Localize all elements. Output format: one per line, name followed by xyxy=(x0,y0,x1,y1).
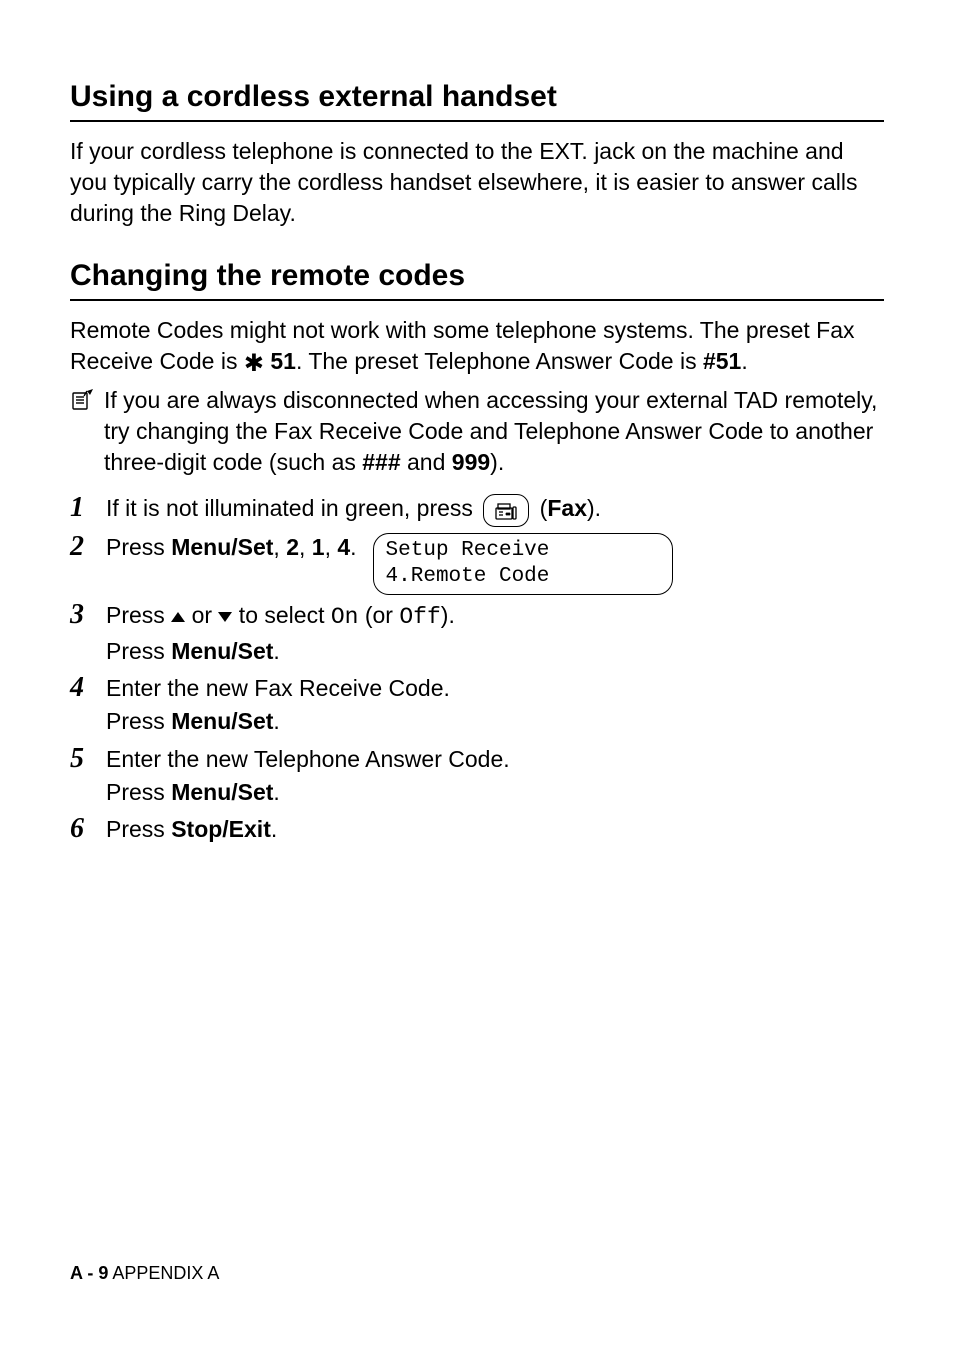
step-5: Enter the new Telephone Answer Code. Pre… xyxy=(70,743,884,810)
lcd-line-2: 4.Remote Code xyxy=(386,564,660,590)
text-fragment: and xyxy=(401,449,452,475)
stopexit-key: Stop/Exit xyxy=(171,816,271,842)
text-fragment: ( xyxy=(533,495,547,521)
fax-key-icon xyxy=(483,494,529,527)
telephone-answer-code: #51 xyxy=(703,348,741,374)
fax-receive-code: 51 xyxy=(264,348,296,374)
text-fragment: , xyxy=(325,534,338,560)
text-fragment: . xyxy=(350,534,356,560)
text-fragment: Press xyxy=(106,602,171,628)
text-fragment: Enter the new Fax Receive Code. xyxy=(106,675,450,701)
note-block: If you are always disconnected when acce… xyxy=(70,385,884,478)
para-remote-codes: Remote Codes might not work with some te… xyxy=(70,315,884,377)
text-fragment: . xyxy=(273,638,279,664)
lcd-display: Setup Receive 4.Remote Code xyxy=(373,533,673,596)
text-fragment: . The preset Telephone Answer Code is xyxy=(296,348,703,374)
lcd-line-1: Setup Receive xyxy=(386,538,660,564)
step-1: If it is not illuminated in green, press… xyxy=(70,492,884,526)
steps-list: If it is not illuminated in green, press… xyxy=(70,492,884,846)
note-icon xyxy=(70,387,98,418)
heading-cordless: Using a cordless external handset xyxy=(70,80,884,122)
text-fragment: . xyxy=(273,779,279,805)
text-fragment: ). xyxy=(490,449,504,475)
text-fragment: If it is not illuminated in green, press xyxy=(106,495,479,521)
text-fragment: or xyxy=(185,602,218,628)
text-fragment: ). xyxy=(587,495,601,521)
step-2: Setup Receive 4.Remote Code Press Menu/S… xyxy=(70,531,884,596)
key-2: 2 xyxy=(286,534,299,560)
text-fragment: . xyxy=(271,816,277,842)
text-fragment: (or xyxy=(358,602,399,628)
menuset-key: Menu/Set xyxy=(171,534,273,560)
step-4: Enter the new Fax Receive Code. Press Me… xyxy=(70,672,884,739)
key-1: 1 xyxy=(312,534,325,560)
text-fragment: . xyxy=(273,708,279,734)
code-example-2: 999 xyxy=(452,449,490,475)
text-fragment: ). xyxy=(441,602,455,628)
heading-remote-codes: Changing the remote codes xyxy=(70,259,884,301)
text-fragment: Press xyxy=(106,779,171,805)
menuset-key: Menu/Set xyxy=(171,779,273,805)
key-4: 4 xyxy=(337,534,350,560)
para-cordless: If your cordless telephone is connected … xyxy=(70,136,884,229)
appendix-label: APPENDIX A xyxy=(108,1263,219,1283)
code-example-1: ### xyxy=(362,449,400,475)
menuset-key: Menu/Set xyxy=(171,638,273,664)
down-arrow-icon xyxy=(218,612,232,622)
up-arrow-icon xyxy=(171,612,185,622)
text-fragment: Press xyxy=(106,816,171,842)
menuset-key: Menu/Set xyxy=(171,708,273,734)
text-fragment: . xyxy=(741,348,747,374)
star-symbol: ✱ xyxy=(244,352,264,376)
text-fragment: Press xyxy=(106,638,171,664)
note-text: If you are always disconnected when acce… xyxy=(104,385,884,478)
text-fragment: Enter the new Telephone Answer Code. xyxy=(106,746,510,772)
option-off: Off xyxy=(399,604,440,630)
text-fragment: , xyxy=(273,534,286,560)
text-fragment: Press xyxy=(106,708,171,734)
text-fragment: , xyxy=(299,534,312,560)
text-fragment: Press xyxy=(106,534,171,560)
fax-label: Fax xyxy=(547,495,587,521)
page-number: A - 9 xyxy=(70,1263,108,1283)
option-on: On xyxy=(331,604,359,630)
step-6: Press Stop/Exit. xyxy=(70,813,884,846)
step-3: Press or to select On (or Off). Press Me… xyxy=(70,599,884,668)
page-footer: A - 9 APPENDIX A xyxy=(70,1263,219,1284)
text-fragment: to select xyxy=(232,602,330,628)
